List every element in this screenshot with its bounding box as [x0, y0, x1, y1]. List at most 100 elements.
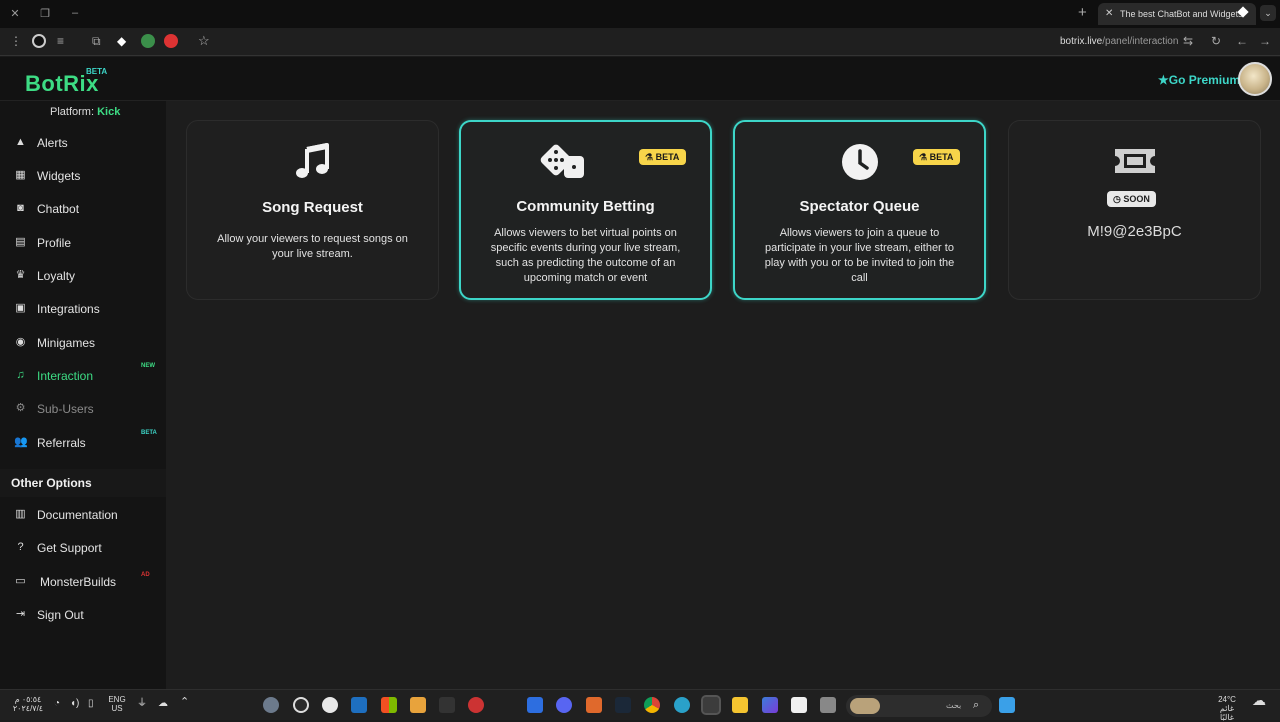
app-icon-orange[interactable]: [410, 697, 426, 713]
app-icon-gradient[interactable]: [762, 697, 778, 713]
extension-icon[interactable]: [32, 34, 46, 48]
extension-diamond-icon[interactable]: ◆: [117, 34, 126, 48]
steam-icon[interactable]: [615, 697, 631, 713]
restore-window-icon[interactable]: ❐: [38, 7, 52, 20]
extension-record-icon[interactable]: [164, 34, 178, 48]
sidebar-item-interaction[interactable]: ♫ Interaction NEW: [0, 361, 166, 391]
epic-games-icon[interactable]: [439, 697, 455, 713]
sidebar: Platform: Kick ▲ Alerts ▦ Widgets ◙ Chat…: [0, 101, 166, 689]
wordpress-app-icon[interactable]: [322, 697, 338, 713]
platform-value: Kick: [97, 106, 121, 118]
sidebar-item-label: Loyalty: [37, 269, 76, 283]
platform-label: Platform:: [50, 106, 95, 118]
close-tab-icon[interactable]: ✕: [1105, 8, 1113, 19]
site-settings-icon[interactable]: ⇆: [1183, 34, 1193, 48]
robot-icon: ◙: [17, 202, 24, 214]
sidebar-item-sign-out[interactable]: ⇥ Sign Out: [0, 600, 166, 630]
beta-badge-label: BETA: [655, 152, 680, 162]
screenshot-icon[interactable]: ⧉: [92, 34, 101, 49]
card-community-betting[interactable]: ⚗ BETA Community Betting Allows viewers …: [459, 120, 712, 300]
search-box[interactable]: بحث ⌕: [846, 695, 992, 717]
forward-icon[interactable]: →: [1259, 34, 1271, 48]
sidebar-item-label: Widgets: [37, 169, 81, 183]
microsoft-store-icon[interactable]: [381, 697, 397, 713]
sidebar-item-widgets[interactable]: ▦ Widgets: [0, 161, 166, 191]
grid-icon: ▦: [15, 169, 26, 181]
minimize-window-icon[interactable]: –: [68, 7, 82, 19]
sidebar-item-get-support[interactable]: ? Get Support: [0, 533, 166, 563]
sidebar-item-label: Interaction: [37, 369, 94, 383]
weather-widget[interactable]: 24°C غائم غالبًا: [1212, 695, 1242, 722]
back-icon[interactable]: ←: [1236, 34, 1248, 48]
star-icon: ★: [1158, 73, 1169, 87]
new-tab-icon[interactable]: +: [1078, 4, 1087, 21]
card-coming-soon[interactable]: ◷ SOON M!9@2e3BpC: [1008, 120, 1261, 300]
sidebar-item-alerts[interactable]: ▲ Alerts: [0, 128, 166, 158]
taskbar: ٠٥:٥٤ م ٢٠٢٤/٧/٤ ◔ ◖) ▯ ENG US ⏚ ☁ ⌃ بحث…: [0, 689, 1280, 722]
browser-tab[interactable]: ✕ The best ChatBot and Widgets: [1098, 3, 1256, 25]
language-indicator[interactable]: ENG US: [106, 695, 128, 713]
sidebar-item-label: Integrations: [37, 302, 100, 316]
browser-tab-bar: ✕ ❐ – + ✕ The best ChatBot and Widgets ⌄: [0, 0, 1280, 28]
mail-app-icon[interactable]: [527, 697, 543, 713]
address-bar[interactable]: botrix.live/panel/interaction: [1060, 36, 1178, 47]
weather-desc: غائم غالبًا: [1219, 704, 1235, 722]
card-description: Allows viewers to bet virtual points on …: [490, 227, 681, 284]
app-icon-blue[interactable]: [351, 697, 367, 713]
chrome-active-icon[interactable]: [701, 695, 721, 715]
tab-search-icon[interactable]: ⌄: [1260, 5, 1276, 21]
discord-icon[interactable]: [556, 697, 572, 713]
file-explorer-icon[interactable]: [732, 697, 748, 713]
soon-badge: ◷ SOON: [1107, 191, 1156, 207]
app-icon-red[interactable]: [468, 697, 484, 713]
sidebar-item-minigames[interactable]: ◉ Minigames: [0, 328, 166, 358]
sidebar-item-profile[interactable]: ▤ Profile: [0, 228, 166, 258]
sidebar-item-referrals[interactable]: 👥 Referrals BETA: [0, 428, 166, 458]
card-title: Song Request: [262, 199, 363, 216]
settings-app-icon[interactable]: [263, 697, 279, 713]
close-window-icon[interactable]: ✕: [8, 7, 22, 20]
other-options-title: Other Options: [11, 476, 92, 490]
microphone-icon[interactable]: ⏚: [137, 699, 147, 709]
obs-app-icon[interactable]: [293, 697, 309, 713]
sidebar-item-integrations[interactable]: ▣ Integrations: [0, 294, 166, 324]
onedrive-icon[interactable]: ☁: [158, 699, 168, 709]
clock-time: ٠٥:٥٤ م: [14, 695, 42, 704]
volume-icon[interactable]: ◖): [70, 699, 79, 709]
avatar[interactable]: [1238, 62, 1272, 96]
app-icon-triangle[interactable]: [586, 697, 602, 713]
extension-shield-icon[interactable]: [141, 34, 155, 48]
reload-icon[interactable]: ↻: [1211, 34, 1221, 48]
sidebar-item-monsterbuilds[interactable]: ▭ MonsterBuilds AD: [0, 567, 166, 597]
music-icon: [295, 143, 329, 178]
store-icon[interactable]: [791, 697, 807, 713]
edge-icon[interactable]: [674, 697, 690, 713]
sign-out-icon: ⇥: [15, 608, 26, 620]
sidebar-item-chatbot[interactable]: ◙ Chatbot: [0, 194, 166, 224]
task-view-icon[interactable]: [820, 697, 836, 713]
card-spectator-queue[interactable]: ⚗ BETA Spectator Queue Allows viewers to…: [733, 120, 986, 300]
new-badge: NEW: [141, 363, 155, 369]
sidebar-item-loyalty[interactable]: ♛ Loyalty: [0, 261, 166, 291]
bookmark-star-icon[interactable]: ☆: [198, 33, 210, 49]
chrome-icon[interactable]: [644, 697, 660, 713]
clock[interactable]: ٠٥:٥٤ م ٢٠٢٤/٧/٤: [11, 695, 45, 713]
sidebar-item-label: Minigames: [37, 336, 96, 350]
search-placeholder: بحث: [946, 701, 962, 710]
battery-icon[interactable]: ▯: [88, 699, 94, 709]
sidebar-item-label: Sign Out: [37, 608, 84, 622]
chevron-up-icon[interactable]: ⌃: [180, 697, 189, 708]
start-button-icon[interactable]: [999, 697, 1015, 713]
browser-toolbar: ⋮ ≡ ⧉ ◆ ☆ botrix.live/panel/interaction …: [0, 28, 1280, 56]
trophy-icon: ♛: [15, 269, 26, 281]
go-premium-button[interactable]: ★Go Premium: [1158, 73, 1240, 87]
sidebar-item-sub-users[interactable]: ⚙ Sub-Users: [0, 394, 166, 424]
url-path: /panel/interaction: [1102, 36, 1179, 47]
sidebar-item-documentation[interactable]: ▥ Documentation: [0, 500, 166, 530]
reading-list-icon[interactable]: ≡: [57, 34, 64, 48]
lang-top: ENG: [108, 695, 126, 704]
notification-icon[interactable]: ◔: [54, 699, 60, 709]
music-icon: ♫: [16, 369, 25, 381]
card-song-request[interactable]: Song Request Allow your viewers to reque…: [186, 120, 439, 300]
browser-menu-icon[interactable]: ⋮: [10, 34, 22, 48]
